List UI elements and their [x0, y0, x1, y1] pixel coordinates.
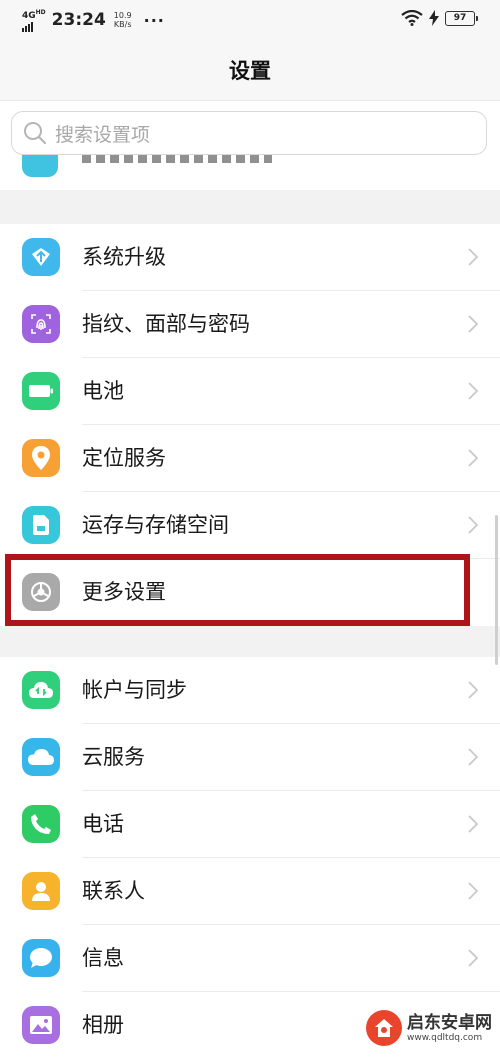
chevron-right-icon	[468, 815, 478, 833]
watermark: 启东安卓网 www.qdltdq.com	[366, 1003, 494, 1053]
chevron-right-icon	[468, 681, 478, 699]
storage-card-icon	[22, 506, 60, 544]
search-input[interactable]: 搜索设置项	[11, 111, 487, 155]
watermark-title: 启东安卓网	[407, 1012, 492, 1033]
message-icon	[22, 939, 60, 977]
settings-item-phone[interactable]: 电话	[0, 791, 500, 858]
settings-item-label: 相册	[82, 1013, 124, 1037]
settings-item-messages[interactable]: 信息	[0, 925, 500, 992]
settings-item-label: 联系人	[82, 879, 145, 903]
scrollbar[interactable]	[495, 515, 498, 665]
settings-item-label: 信息	[82, 946, 124, 970]
signal-icon: 4GHD	[22, 8, 46, 32]
settings-item-system-update[interactable]: 系统升级	[0, 224, 500, 291]
wifi-icon	[401, 10, 423, 26]
section-gap	[0, 190, 500, 224]
speed-value: 10.9	[113, 11, 132, 20]
chevron-right-icon	[468, 382, 478, 400]
chevron-right-icon	[468, 949, 478, 967]
settings-item-label: 定位服务	[82, 446, 166, 470]
battery-level: 97	[445, 10, 475, 26]
battery-icon	[22, 372, 60, 410]
settings-item-label: 帐户与同步	[82, 678, 187, 702]
settings-item-label: 指纹、面部与密码	[82, 312, 250, 336]
settings-item-label: 云服务	[82, 745, 145, 769]
search-icon	[24, 122, 47, 145]
more-notifications-icon: ···	[143, 10, 165, 30]
settings-item-cloud-service[interactable]: 云服务	[0, 724, 500, 791]
settings-item-label: 电池	[82, 379, 124, 403]
search-area: 搜索设置项	[0, 100, 500, 191]
contacts-icon	[22, 872, 60, 910]
chevron-right-icon	[468, 449, 478, 467]
speed-unit: KB/s	[113, 20, 132, 29]
battery-icon: 97	[445, 10, 478, 26]
partially-hidden-row	[0, 141, 500, 191]
watermark-url: www.qdltdq.com	[407, 1032, 483, 1043]
settings-item-accounts-sync[interactable]: 帐户与同步	[0, 657, 500, 724]
network-hd: HD	[35, 9, 46, 16]
watermark-logo	[366, 1010, 402, 1046]
chevron-right-icon	[468, 315, 478, 333]
gallery-icon	[22, 1006, 60, 1044]
settings-item-label: 运存与存储空间	[82, 513, 229, 537]
page-title: 设置	[229, 59, 271, 83]
charging-icon	[429, 10, 439, 26]
chevron-right-icon	[468, 882, 478, 900]
location-pin-icon	[22, 439, 60, 477]
network-type: 4G	[22, 11, 36, 21]
section-gap	[0, 626, 500, 657]
settings-item-fingerprint-face-password[interactable]: 指纹、面部与密码	[0, 291, 500, 358]
settings-item-label: 电话	[82, 812, 124, 836]
chevron-right-icon	[468, 248, 478, 266]
settings-item-memory-storage[interactable]: 运存与存储空间	[0, 492, 500, 559]
settings-item-contacts[interactable]: 联系人	[0, 858, 500, 925]
settings-item-battery[interactable]: 电池	[0, 358, 500, 425]
status-bar: 4GHD 23:24 10.9 KB/s ··· 97	[0, 0, 500, 40]
chevron-right-icon	[468, 748, 478, 766]
settings-item-label: 系统升级	[82, 245, 166, 269]
phone-icon	[22, 805, 60, 843]
cloud-icon	[22, 738, 60, 776]
account-sync-icon	[22, 671, 60, 709]
settings-item-location[interactable]: 定位服务	[0, 425, 500, 492]
title-bar: 设置	[0, 40, 500, 100]
status-time: 23:24	[51, 10, 106, 30]
highlight-box	[5, 554, 470, 626]
chevron-right-icon	[468, 516, 478, 534]
search-placeholder: 搜索设置项	[55, 123, 151, 146]
system-update-icon	[22, 238, 60, 276]
fingerprint-icon	[22, 305, 60, 343]
network-speed: 10.9 KB/s	[114, 11, 132, 29]
